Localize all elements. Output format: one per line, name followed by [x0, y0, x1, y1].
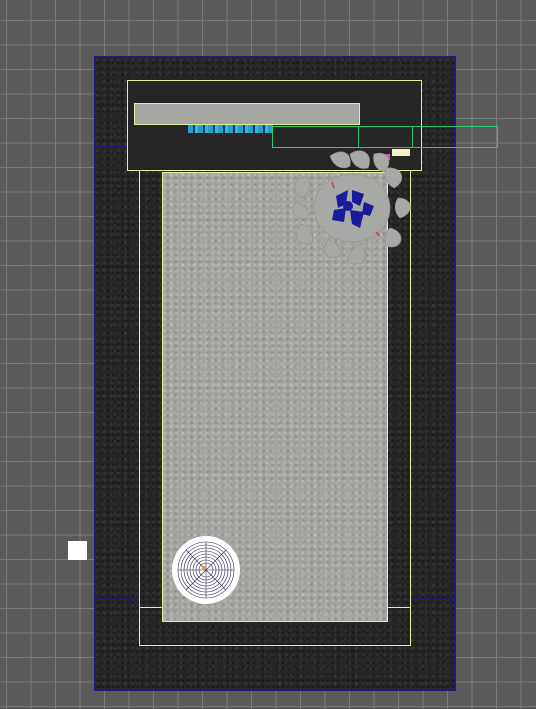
lamp-icon[interactable] — [170, 534, 242, 606]
headboard-panel[interactable] — [134, 103, 360, 125]
plant-icon[interactable] — [290, 148, 416, 272]
slab-edge-line-bottom-left — [94, 598, 138, 600]
shelf-divider-section[interactable] — [358, 126, 413, 148]
square-marker-icon[interactable] — [68, 541, 87, 560]
headboard-light-strip — [188, 125, 274, 133]
plan-viewport[interactable] — [0, 0, 536, 709]
slab-edge-line-bottom-right — [410, 598, 456, 600]
